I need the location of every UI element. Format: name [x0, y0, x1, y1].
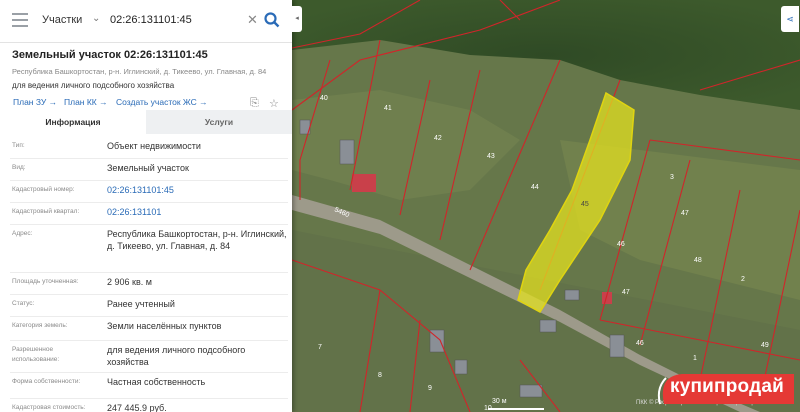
divider: [10, 372, 288, 373]
divider: [10, 294, 288, 295]
collapse-panel-button[interactable]: ◂: [292, 6, 302, 32]
info-value: 2 906 кв. м: [107, 277, 152, 287]
info-value: Объект недвижимости: [107, 141, 201, 151]
parcel-purpose: для ведения личного подсобного хозяйства: [12, 81, 175, 90]
info-label: Разрешенное использование:: [12, 346, 60, 363]
parcel-label: 41: [384, 105, 392, 112]
parcel-label: 7: [318, 344, 322, 351]
divider: [10, 340, 288, 341]
info-value: Ранее учтенный: [107, 299, 175, 309]
parcel-label: 46: [617, 241, 625, 248]
search-icon[interactable]: [262, 10, 282, 30]
info-value[interactable]: 02:26:131101: [107, 206, 287, 218]
parcel-address: Республика Башкортостан, р-н. Иглинский,…: [12, 67, 267, 76]
chevron-down-icon[interactable]: ⌄: [92, 13, 100, 24]
info-panel: Участки ⌄ 02:26:131101:45 ✕ Земельный уч…: [0, 0, 292, 412]
clear-icon[interactable]: ✕: [247, 12, 258, 28]
parcel-label: 40: [320, 95, 328, 102]
parcel-label: 47: [681, 210, 689, 217]
divider: [10, 316, 288, 317]
parcel-label: 48: [694, 257, 702, 264]
info-label: Тип:: [12, 142, 25, 149]
parcel-label: 49: [761, 342, 769, 349]
info-label: Статус:: [12, 300, 35, 307]
search-input[interactable]: 02:26:131101:45: [110, 14, 192, 26]
info-label: Адрес:: [12, 230, 33, 237]
info-value: Земельный участок: [107, 163, 189, 173]
category-select[interactable]: Участки: [42, 14, 82, 26]
divider: [10, 180, 288, 181]
scale-bar: [488, 408, 544, 410]
parcel-label: 42: [434, 135, 442, 142]
favorite-star-icon[interactable]: ☆: [269, 97, 279, 110]
plan-kk-link[interactable]: План КК →: [64, 97, 108, 107]
parcel-label: 46: [636, 340, 644, 347]
info-label: Кадастровый номер:: [12, 186, 75, 193]
report-icon[interactable]: ⎘: [250, 97, 259, 110]
info-value: 247 445.9 руб.: [107, 403, 167, 412]
parcel-label: 43: [487, 153, 495, 160]
parcel-label: 45: [581, 201, 589, 208]
parcel-label: 2: [741, 276, 745, 283]
info-value: Республика Башкортостан, р-н. Иглинский,…: [107, 229, 287, 251]
divider: [10, 272, 288, 273]
search-bar: Участки ⌄ 02:26:131101:45 ✕: [0, 0, 292, 43]
watermark-text: купипродай: [670, 376, 784, 397]
plan-zu-link[interactable]: План ЗУ →: [13, 97, 57, 107]
parcel-label: 47: [622, 289, 630, 296]
info-label: Форма собственности:: [12, 378, 81, 385]
info-value[interactable]: 02:26:131101:45: [107, 184, 287, 196]
info-label: Вид:: [12, 164, 26, 171]
divider: [10, 398, 288, 399]
parcel-label: 3: [670, 174, 674, 181]
tab-info[interactable]: Информация: [0, 110, 146, 135]
create-parcel-link[interactable]: Создать участок ЖС →: [116, 97, 208, 107]
scale-label: 30 м: [492, 398, 507, 405]
parcel-label: 8: [378, 372, 382, 379]
parcel-label: 1: [693, 355, 697, 362]
info-label: Площадь уточненная:: [12, 278, 79, 285]
info-label: Кадастровая стоимость:: [12, 404, 86, 411]
share-icon[interactable]: ⋖: [781, 6, 799, 32]
info-value: Частная собственность: [107, 377, 206, 387]
parcel-title: Земельный участок 02:26:131101:45: [12, 49, 208, 61]
info-label: Кадастровый квартал:: [12, 208, 80, 215]
info-label: Категория земель:: [12, 322, 68, 329]
divider: [10, 224, 288, 225]
info-value: для ведения личного подсобного хозяйства: [107, 345, 246, 367]
menu-icon[interactable]: [12, 13, 28, 27]
tab-services[interactable]: Услуги: [146, 110, 292, 134]
info-value: Земли населённых пунктов: [107, 321, 222, 331]
divider: [10, 202, 288, 203]
parcel-label: 44: [531, 184, 539, 191]
divider: [10, 158, 288, 159]
parcel-label: 9: [428, 385, 432, 392]
